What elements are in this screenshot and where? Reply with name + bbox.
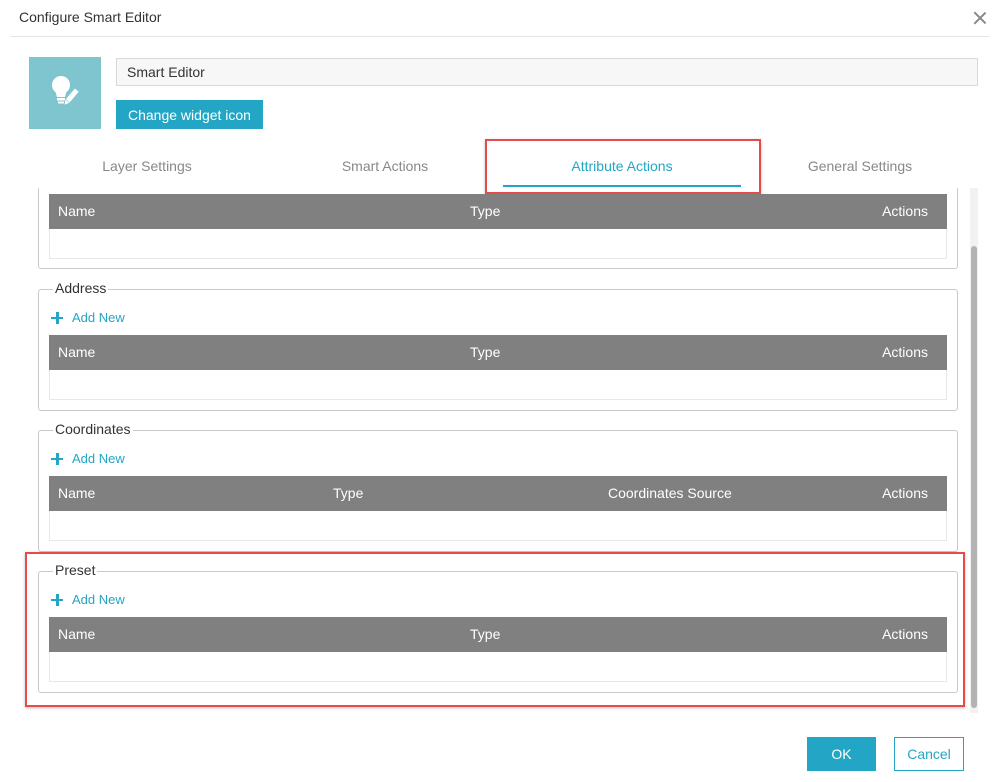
- tab-general-settings[interactable]: General Settings: [775, 158, 945, 174]
- fieldset-address: Address Add New Name Type Actions: [38, 280, 958, 411]
- column-header-type: Type: [470, 344, 501, 360]
- data-grid: Name Type Actions: [49, 194, 947, 259]
- add-new-label: Add New: [72, 592, 125, 607]
- grid-empty-body: [49, 652, 947, 682]
- plus-icon: [51, 311, 63, 324]
- data-grid: Name Type Actions: [49, 617, 947, 682]
- column-header-type: Type: [470, 626, 501, 642]
- active-tab-indicator: [503, 185, 741, 187]
- fieldset-legend: Address: [53, 280, 109, 296]
- column-header-name: Name: [58, 203, 96, 219]
- add-new-button[interactable]: Add New: [51, 592, 125, 607]
- grid-header: Name Type Actions: [49, 335, 947, 370]
- add-new-button[interactable]: Add New: [51, 451, 125, 466]
- column-header-name: Name: [58, 626, 96, 642]
- data-grid: Name Type Actions: [49, 335, 947, 400]
- column-header-coordinates-source: Coordinates Source: [608, 485, 732, 501]
- column-header-type: Type: [470, 203, 501, 219]
- tab-layer-settings[interactable]: Layer Settings: [62, 158, 232, 174]
- lightbulb-pencil-icon: [52, 76, 79, 105]
- plus-icon: [51, 593, 63, 606]
- title-divider: [10, 36, 989, 37]
- content-viewport: Name Type Actions Address Add New Name T…: [28, 188, 968, 713]
- add-new-label: Add New: [72, 310, 125, 325]
- grid-empty-body: [49, 370, 947, 400]
- column-header-actions: Actions: [882, 203, 928, 219]
- scrollbar-track[interactable]: [970, 188, 978, 713]
- column-header-actions: Actions: [882, 626, 928, 642]
- grid-empty-body: [49, 511, 947, 541]
- grid-header: Name Type Coordinates Source Actions: [49, 476, 947, 511]
- change-widget-icon-button[interactable]: Change widget icon: [116, 100, 263, 129]
- grid-header: Name Type Actions: [49, 617, 947, 652]
- fieldset-preset: Preset Add New Name Type Actions: [38, 562, 958, 693]
- widget-icon-tile: [29, 57, 101, 129]
- fieldset-coordinates: Coordinates Add New Name Type Coordinate…: [38, 421, 958, 552]
- scrollbar-thumb[interactable]: [971, 246, 977, 708]
- column-header-name: Name: [58, 485, 96, 501]
- column-header-type: Type: [333, 485, 364, 501]
- dialog-title: Configure Smart Editor: [19, 9, 162, 25]
- data-grid: Name Type Coordinates Source Actions: [49, 476, 947, 541]
- cancel-button[interactable]: Cancel: [894, 737, 964, 771]
- plus-icon: [51, 452, 63, 465]
- ok-button[interactable]: OK: [807, 737, 876, 771]
- widget-name-input[interactable]: [116, 58, 978, 86]
- fieldset-legend: Preset: [53, 562, 98, 578]
- grid-header: Name Type Actions: [49, 194, 947, 229]
- fieldset-legend: Coordinates: [53, 421, 133, 437]
- column-header-name: Name: [58, 344, 96, 360]
- column-header-actions: Actions: [882, 344, 928, 360]
- tab-attribute-actions[interactable]: Attribute Actions: [537, 158, 707, 174]
- add-new-button[interactable]: Add New: [51, 310, 125, 325]
- column-header-actions: Actions: [882, 485, 928, 501]
- add-new-label: Add New: [72, 451, 125, 466]
- fieldset-top: Name Type Actions: [38, 188, 958, 269]
- close-icon[interactable]: [972, 10, 988, 26]
- tab-smart-actions[interactable]: Smart Actions: [300, 158, 470, 174]
- grid-empty-body: [49, 229, 947, 259]
